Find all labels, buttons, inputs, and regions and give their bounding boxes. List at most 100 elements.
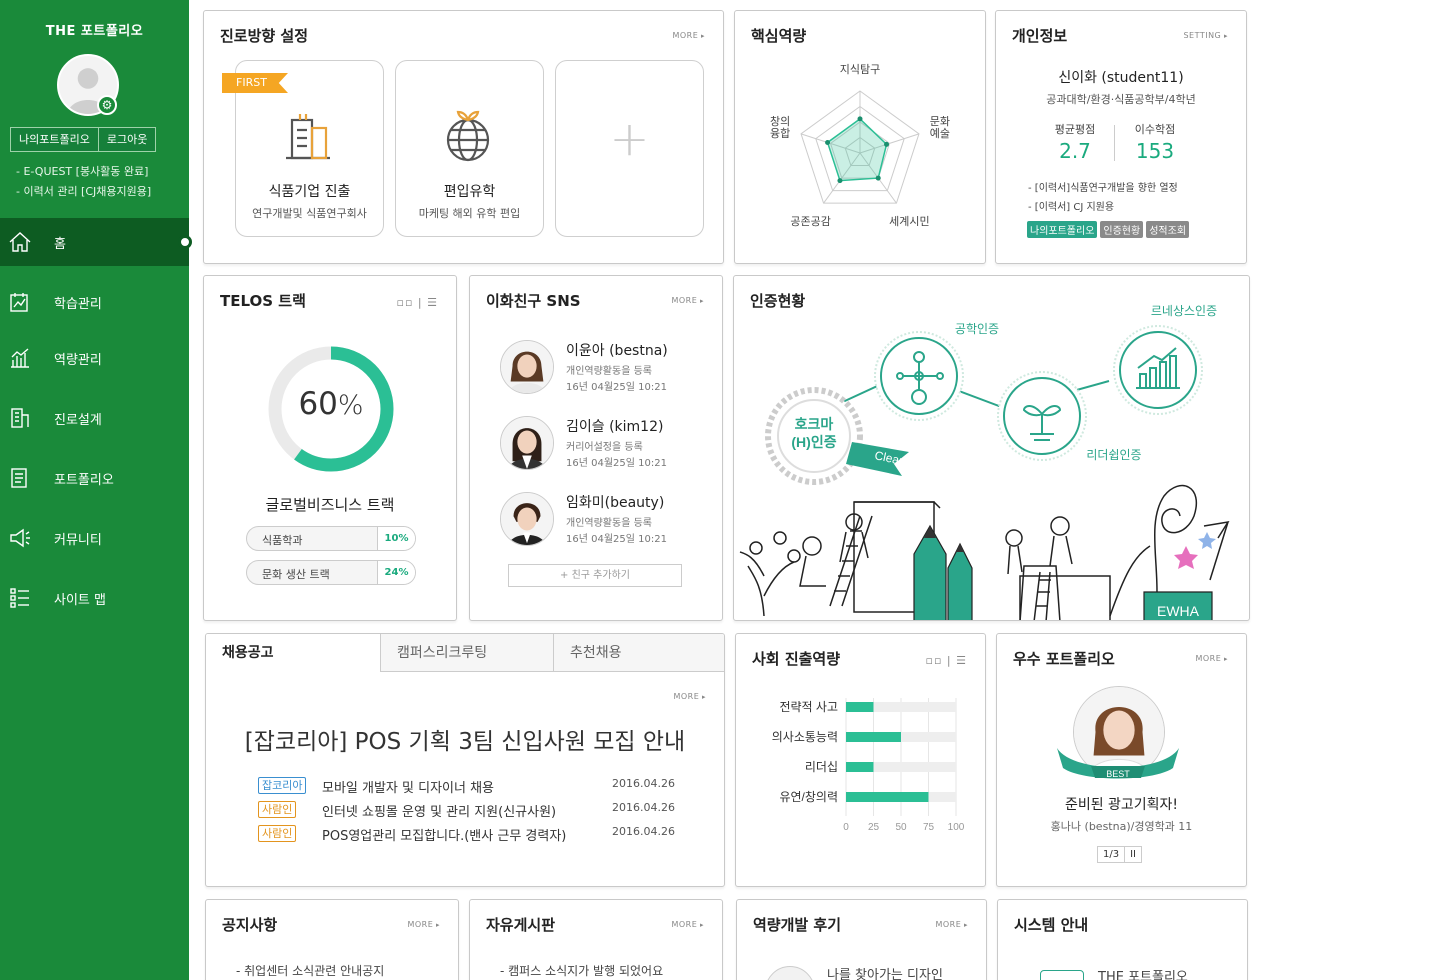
track-item[interactable]: 문화 생산 트랙 24% — [246, 560, 416, 585]
status-equest[interactable]: - E-QUEST [봉사활동 완료] — [16, 162, 151, 182]
building-icon — [11, 408, 29, 428]
job-title: POS영업관리 모집합니다.(밴사 근무 경력자) — [322, 829, 567, 844]
core-competency-card: 핵심역량 지식탐구 문화 예술 세계시민 공존공감 창의 융합 — [734, 10, 986, 264]
tab-campus-recruiting[interactable]: 캠퍼스리크루팅 — [380, 634, 553, 672]
add-career-button[interactable]: + — [555, 60, 704, 237]
career-option-title: 편입유학 — [443, 184, 496, 200]
x-tick-label: 0 — [843, 822, 849, 833]
featured-job-headline[interactable]: [잡코리아] POS 기획 3팀 신입사원 모집 안내 — [206, 722, 724, 756]
x-tick-label: 50 — [895, 822, 907, 833]
ewha-sign: EWHA — [1157, 603, 1200, 619]
status-resume[interactable]: - 이력서 관리 [CJ채용지원용] — [16, 182, 151, 202]
best-portfolio-title[interactable]: 준비된 광고기획자! — [997, 794, 1246, 814]
sns-card: 이화친구 SNS MORE 이윤아 (bestna) 개인역량활동을 등록 16… — [469, 275, 723, 621]
job-row[interactable]: 사람인 인터넷 쇼핑몰 운영 및 관리 지원(신규사원) 2016.04.26 — [258, 801, 678, 821]
job-date: 2016.04.26 — [612, 801, 675, 814]
nav-item-portfolio[interactable]: 포트폴리오 — [0, 448, 189, 508]
more-link[interactable]: MORE — [672, 31, 705, 40]
review-item[interactable]: 나를 찾아가는 디자인 — [827, 964, 943, 980]
grades-tag[interactable]: 성적조회 — [1146, 221, 1190, 238]
pause-button[interactable]: II — [1125, 846, 1142, 863]
nav-item-study[interactable]: 학습관리 — [0, 272, 189, 332]
setting-link[interactable]: SETTING — [1183, 31, 1228, 40]
radar-point — [875, 175, 881, 181]
friend-activity: 커리어설정을 등록 — [566, 442, 643, 453]
grid-icon[interactable]: ▫▫ — [397, 296, 414, 309]
radar-chart: 지식탐구문화예술세계시민 공존공감 창의융합 — [770, 63, 950, 228]
best-badge: BEST — [1106, 769, 1130, 779]
card-title: 시스템 안내 — [1014, 916, 1089, 934]
review-card: 역량개발 후기 MORE 나를 찾아가는 디자인 — [736, 899, 987, 980]
friend-item[interactable]: 김이슬 (kim12) 커리어설정을 등록 16년 04월25일 10:21 — [500, 416, 700, 476]
grid-icon[interactable]: ▫▫ — [926, 654, 943, 667]
career-option-sub: 연구개발및 식품연구회사 — [252, 207, 367, 220]
nav-item-sitemap[interactable]: 사이트 맵 — [0, 568, 189, 628]
nav-label: 사이트 맵 — [54, 592, 106, 608]
more-link[interactable]: MORE — [1195, 654, 1228, 663]
add-friend-button[interactable]: + 친구 추가하기 — [508, 564, 682, 587]
card-title: 진로방향 설정 — [220, 27, 309, 45]
notice-item[interactable]: - 취업센터 소식관련 안내공지 — [236, 962, 384, 979]
more-link[interactable]: MORE — [673, 692, 706, 701]
more-link[interactable]: MORE — [935, 920, 968, 929]
engineering-cert-label: 공학인증 — [955, 322, 999, 336]
card-title: TELOS 트랙 — [220, 292, 306, 310]
cert-status-tag[interactable]: 인증현황 — [1100, 221, 1144, 238]
first-tag: FIRST — [222, 73, 288, 93]
resume-item[interactable]: - [이력서]식품연구개발을 향한 열정 — [1028, 179, 1178, 198]
x-tick-label: 75 — [923, 822, 935, 833]
track-progress-donut: 60% — [264, 342, 398, 476]
nav-item-career[interactable]: 진로설계 — [0, 388, 189, 448]
jobs-tabs: 채용공고 캠퍼스리크루팅 추천채용 — [206, 634, 724, 672]
hokma-line2: (H)인증 — [791, 434, 836, 450]
gpa-label: 평균평점 — [1054, 123, 1096, 136]
track-item[interactable]: 식품학과 10% — [246, 526, 416, 551]
gear-icon[interactable]: ⚙ — [97, 95, 117, 115]
friend-item[interactable]: 이윤아 (bestna) 개인역량활동을 등록 16년 04월25일 10:21 — [500, 340, 700, 400]
more-link[interactable]: MORE — [671, 920, 704, 929]
nav-label: 진로설계 — [54, 412, 102, 428]
nav-label: 역량관리 — [54, 352, 102, 368]
telos-card: TELOS 트랙 ▫▫ | ☰ 60% 글로벌비즈니스 트랙 식품학과 10% … — [203, 275, 457, 621]
gpa-stat: 평균평점 2.7 — [1035, 121, 1115, 163]
system-item[interactable]: THE 포트폴리오 — [1098, 966, 1188, 980]
list-icon[interactable]: ☰ — [427, 296, 438, 309]
radar-label: 문화 — [930, 115, 950, 128]
board-item[interactable]: - 캠퍼스 소식지가 발행 되었어요 — [500, 962, 663, 979]
radar-point — [884, 141, 890, 147]
tab-recommended[interactable]: 추천채용 — [553, 634, 724, 672]
logout-button[interactable]: 로그아웃 — [98, 127, 157, 152]
nav-item-home[interactable]: 홈 — [0, 218, 192, 266]
career-card: 진로방향 설정 MORE 식품기업 진출 연구개발및 식품연구회사 FIRST … — [203, 10, 724, 264]
x-tick-label: 25 — [868, 822, 880, 833]
credits-stat: 이수학점 153 — [1115, 121, 1195, 163]
friend-item[interactable]: 임화미(beauty) 개인역량활동을 등록 16년 04월25일 10:21 — [500, 492, 700, 552]
card-title: 사회 진출역량 — [752, 650, 841, 668]
friend-name: 이윤아 (bestna) — [566, 343, 668, 359]
list-icon[interactable]: ☰ — [956, 654, 967, 667]
card-title: 공지사항 — [222, 916, 278, 934]
job-row[interactable]: 잡코리아 모바일 개발자 및 디자이너 채용 2016.04.26 — [258, 777, 678, 797]
resume-item[interactable]: - [이력서] CJ 지원용 — [1028, 198, 1178, 217]
friend-date: 16년 04월25일 10:21 — [566, 382, 667, 393]
my-portfolio-tag[interactable]: 나의포트폴리오 — [1027, 221, 1098, 238]
certification-illustration: 호크마 (H)인증 Clear 공학인증 리더쉽인증 르네상스인증 EWHA — [739, 304, 1230, 620]
best-ribbon: BEST — [1057, 748, 1179, 779]
more-link[interactable]: MORE — [671, 296, 704, 305]
nav-item-community[interactable]: 커뮤니티 — [0, 508, 189, 568]
radar-label: 예술 — [930, 127, 950, 140]
job-row[interactable]: 사람인 POS영업관리 모집합니다.(밴사 근무 경력자) 2016.04.26 — [258, 825, 678, 845]
resume-list: - [이력서]식품연구개발을 향한 열정 - [이력서] CJ 지원용 — [1028, 179, 1178, 217]
view-toggle[interactable]: ▫▫ | ☰ — [397, 296, 439, 309]
my-portfolio-button[interactable]: 나의포트폴리오 — [10, 127, 99, 152]
track-item-label: 문화 생산 트랙 — [262, 568, 330, 581]
friend-date: 16년 04월25일 10:21 — [566, 458, 667, 469]
view-toggle[interactable]: ▫▫ | ☰ — [926, 654, 968, 667]
career-option-study[interactable]: 편입유학 마케팅 해외 유학 편입 — [395, 60, 544, 237]
main-nav: 홈 학습관리 역량관리 진로설계 포트폴리오 커뮤니티 사이트 맵 — [0, 218, 192, 628]
nav-label: 홈 — [54, 236, 66, 252]
tab-job-postings[interactable]: 채용공고 — [206, 634, 380, 672]
radar-point — [837, 178, 843, 184]
more-link[interactable]: MORE — [407, 920, 440, 929]
nav-item-competency[interactable]: 역량관리 — [0, 328, 189, 388]
